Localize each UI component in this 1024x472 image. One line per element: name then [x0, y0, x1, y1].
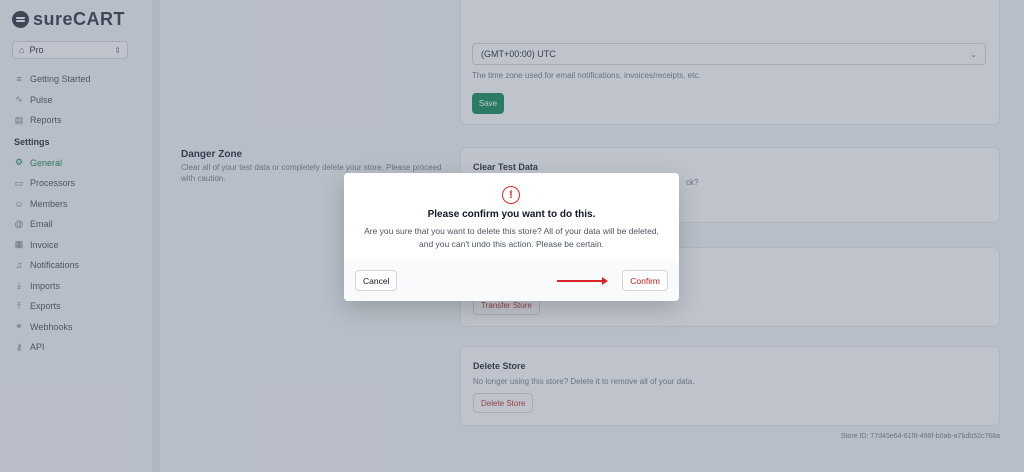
- cancel-button[interactable]: Cancel: [355, 270, 398, 291]
- dialog-message: Are you sure that you want to delete thi…: [364, 226, 659, 249]
- dialog-title: Please confirm you want to do this.: [427, 209, 596, 220]
- alert-icon: !: [502, 186, 520, 204]
- confirm-dialog: ! Please confirm you want to do this. Ar…: [344, 173, 679, 301]
- confirm-button[interactable]: Confirm: [622, 270, 668, 291]
- pointer-arrow-annotation: [557, 277, 608, 285]
- dialog-footer: Cancel Confirm: [344, 261, 679, 301]
